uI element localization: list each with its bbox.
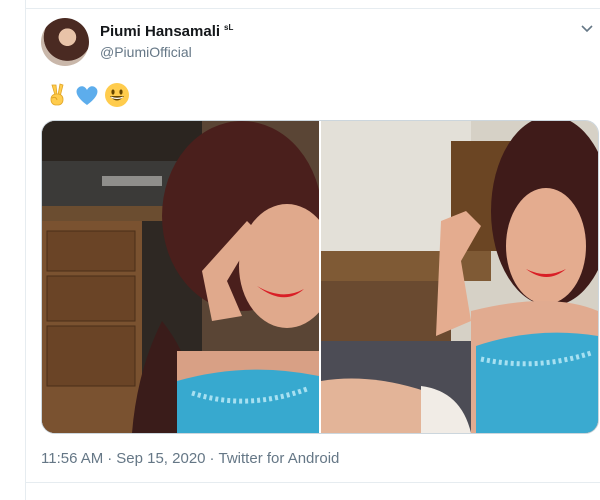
photo-1-image bbox=[42, 121, 319, 433]
avatar[interactable] bbox=[41, 18, 89, 66]
display-name[interactable]: Piumi Hansamali bbox=[100, 23, 220, 40]
photo-1[interactable] bbox=[42, 121, 319, 433]
author-name-row[interactable]: Piumi Hansamali sL bbox=[100, 23, 233, 40]
photo-grid bbox=[41, 120, 599, 434]
tweet-date[interactable]: Sep 15, 2020 bbox=[116, 450, 205, 467]
handle[interactable]: @PiumiOfficial bbox=[100, 44, 192, 60]
tweet-source[interactable]: Twitter for Android bbox=[219, 450, 340, 467]
tweet-metadata: 11:56 AM · Sep 15, 2020 · Twitter for An… bbox=[41, 450, 339, 467]
bottom-divider bbox=[25, 482, 600, 483]
meta-separator: · bbox=[107, 450, 113, 467]
chevron-down-icon[interactable] bbox=[580, 22, 594, 36]
grinning-face-icon bbox=[104, 82, 130, 108]
photo-2-image bbox=[321, 121, 598, 433]
victory-hand-icon bbox=[44, 82, 70, 108]
name-badge: sL bbox=[224, 23, 234, 32]
photo-2[interactable] bbox=[321, 121, 598, 433]
meta-separator: · bbox=[209, 450, 215, 467]
tweet-text bbox=[44, 82, 130, 108]
tweet-time[interactable]: 11:56 AM bbox=[41, 450, 103, 467]
top-divider bbox=[25, 8, 600, 9]
blue-heart-icon bbox=[74, 82, 100, 108]
